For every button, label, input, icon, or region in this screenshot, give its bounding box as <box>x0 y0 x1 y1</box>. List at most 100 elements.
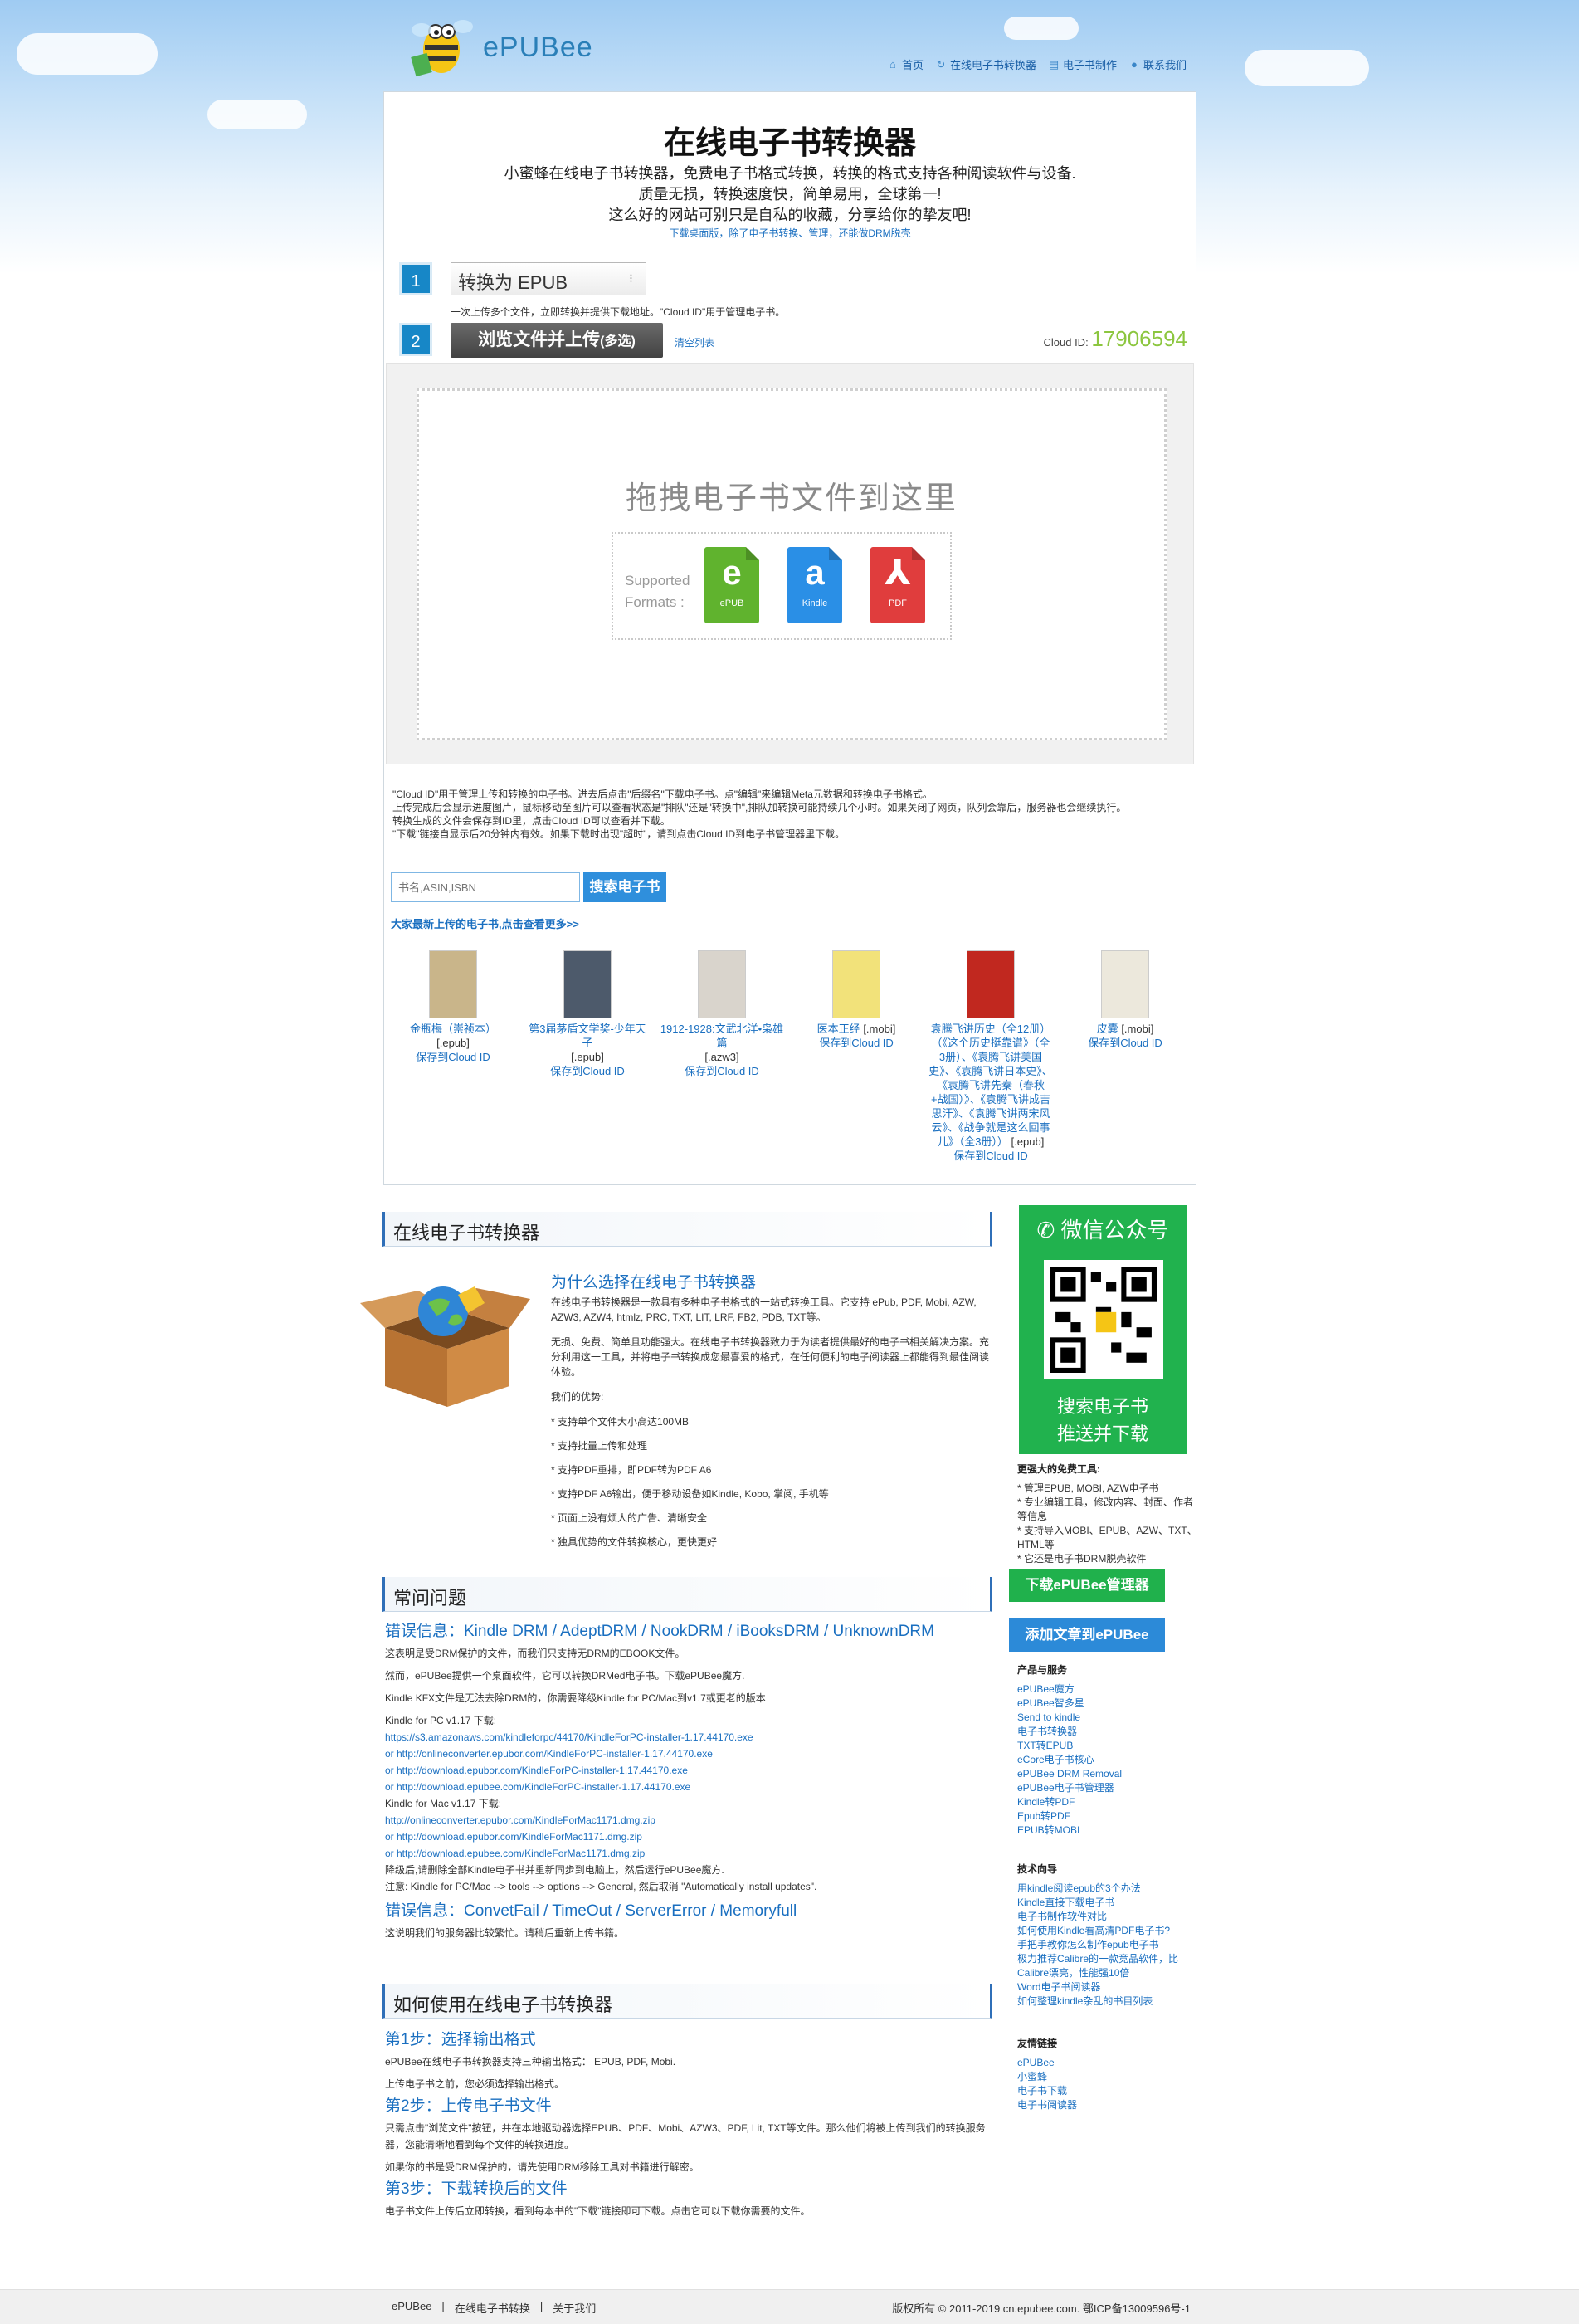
book-cover[interactable] <box>429 950 477 1018</box>
book-title[interactable]: 皮囊 <box>1097 1023 1118 1035</box>
book-cover[interactable] <box>698 950 746 1018</box>
faq-line: 然而，ePUBee提供一个桌面软件，它可以转换DRMed电子书。下载ePUBee… <box>385 1670 745 1682</box>
browse-upload-button[interactable]: 浏览文件并上传(多选) <box>451 323 663 358</box>
mac-download-label: Kindle for Mac v1.17 下载: <box>385 1798 502 1809</box>
book-title[interactable]: 1912-1928:文武北洋•枭雄篇 <box>660 1023 783 1049</box>
latest-uploads-link[interactable]: 大家最新上传的电子书,点击查看更多>> <box>391 915 579 931</box>
tech-guide-link[interactable]: 极力推荐Calibre的一款竞品软件，比Calibre漂亮，性能强10倍 <box>1017 1952 1201 1980</box>
file-dropzone[interactable]: 拖拽电子书文件到这里 Supported Formats : e ePUB a Ki… <box>386 363 1194 764</box>
products-title: 产品与服务 <box>1017 1664 1068 1676</box>
tech-guide-link[interactable]: Word电子书阅读器 <box>1017 1980 1201 1994</box>
tech-guide-link[interactable]: 用kindle阅读epub的3个办法 <box>1017 1882 1201 1896</box>
book-item[interactable]: 金瓶梅（崇祯本） [.epub] 保存到Cloud ID <box>391 950 515 1064</box>
book-item[interactable]: 第3届茅盾文学奖-少年天子 [.epub] 保存到Cloud ID <box>525 950 650 1078</box>
book-title[interactable]: 金瓶梅（崇祯本） <box>410 1023 496 1035</box>
product-link[interactable]: Send to kindle <box>1017 1711 1201 1725</box>
footer-link-about[interactable]: 关于我们 <box>553 2300 596 2316</box>
product-link[interactable]: ePUBee电子书管理器 <box>1017 1781 1201 1795</box>
download-url[interactable]: http://onlineconverter.epubor.com/Kindle… <box>385 1812 991 1828</box>
converter-panel: 在线电子书转换器 小蜜蜂在线电子书转换器，免费电子书格式转换，转换的格式支持各种… <box>383 91 1196 1185</box>
tech-guide-link[interactable]: Kindle直接下载电子书 <box>1017 1896 1201 1910</box>
copyright-text: 版权所有 © 2011-2019 cn.epubee.com. 鄂ICP备130… <box>892 2302 1191 2315</box>
epub-glyph: e <box>722 553 742 592</box>
tech-guide-link[interactable]: 如何使用Kindle看高清PDF电子书? <box>1017 1924 1201 1938</box>
howto-line: 只需点击"浏览文件"按钮，并在本地驱动器选择EPUB、PDF、Mobi、AZW3… <box>385 2122 986 2151</box>
add-article-button[interactable]: 添加文章到ePUBee <box>1009 1618 1165 1652</box>
book-item[interactable]: 医本正经 [.mobi] 保存到Cloud ID <box>794 950 919 1050</box>
save-to-cloud-link[interactable]: 保存到Cloud ID <box>391 1050 515 1064</box>
kindle-glyph: a <box>805 553 825 592</box>
product-link[interactable]: ePUBee魔方 <box>1017 1682 1201 1697</box>
book-cover[interactable] <box>832 950 880 1018</box>
nav-contact[interactable]: ● 联系我们 <box>1128 56 1187 72</box>
book-search-input[interactable] <box>391 872 580 902</box>
book-cover[interactable] <box>967 950 1015 1018</box>
nav-home[interactable]: ⌂ 首页 <box>887 56 924 72</box>
search-ebook-button[interactable]: 搜索电子书 <box>583 872 666 902</box>
book-item[interactable]: 1912-1928:文武北洋•枭雄篇 [.azw3] 保存到Cloud ID <box>660 950 784 1078</box>
product-link[interactable]: TXT转EPUB <box>1017 1739 1201 1753</box>
tech-guide-link[interactable]: 如何整理kindle杂乱的书目列表 <box>1017 1994 1201 2009</box>
download-url[interactable]: or http://onlineconverter.epubor.com/Kin… <box>385 1745 991 1762</box>
product-link[interactable]: ePUBee DRM Removal <box>1017 1767 1201 1781</box>
book-title[interactable]: 医本正经 <box>817 1023 860 1035</box>
output-format-select[interactable]: 转换为 EPUB ⁝ <box>451 262 646 295</box>
clear-list-link[interactable]: 清空列表 <box>675 335 714 349</box>
download-manager-button[interactable]: 下载ePUBee管理器 <box>1009 1569 1165 1602</box>
product-link[interactable]: Epub转PDF <box>1017 1809 1201 1824</box>
bee-mascot-icon <box>411 20 473 77</box>
tech-guide-title: 技术向导 <box>1017 1863 1058 1875</box>
supported-label-line: Supported <box>625 573 690 588</box>
book-cover[interactable] <box>563 950 612 1018</box>
tech-guide-link[interactable]: 手把手教你怎么制作epub电子书 <box>1017 1938 1201 1952</box>
about-paragraph: 在线电子书转换器是一款具有多种电子书格式的一站式转换工具。它支持 ePub, P… <box>551 1296 977 1323</box>
howto-line: 如果你的书是受DRM保护的，请先使用DRM移除工具对书籍进行解密。 <box>385 2161 699 2173</box>
output-format-value: 转换为 EPUB <box>458 272 568 293</box>
book-cover[interactable] <box>1101 950 1149 1018</box>
product-link[interactable]: 电子书转换器 <box>1017 1725 1201 1739</box>
friend-link[interactable]: 电子书阅读器 <box>1017 2098 1201 2112</box>
save-to-cloud-link[interactable]: 保存到Cloud ID <box>794 1036 919 1050</box>
download-url[interactable]: or http://download.epubee.com/KindleForP… <box>385 1779 991 1795</box>
advantage-item: 支持批量上传和处理 <box>551 1438 991 1453</box>
cloud-id-display[interactable]: Cloud ID: 17906594 <box>1043 326 1187 352</box>
drop-instruction: 拖拽电子书文件到这里 <box>625 481 958 516</box>
download-url[interactable]: or http://download.epubor.com/KindleForP… <box>385 1762 991 1779</box>
tech-guide-link[interactable]: 电子书制作软件对比 <box>1017 1910 1201 1924</box>
download-url[interactable]: https://s3.amazonaws.com/kindleforpc/441… <box>385 1729 991 1745</box>
book-title[interactable]: 袁腾飞讲历史（全12册）（《这个历史挺靠谱》（全3册）、《袁腾飞讲美国史》、《袁… <box>928 1023 1053 1148</box>
book-format: [.epub] <box>571 1051 604 1063</box>
book-item[interactable]: 袁腾飞讲历史（全12册）（《这个历史挺靠谱》（全3册）、《袁腾飞讲美国史》、《袁… <box>928 950 1053 1163</box>
intro-text: 小蜜蜂在线电子书转换器，免费电子书格式转换，转换的格式支持各种阅读软件与设备. … <box>384 164 1196 241</box>
advantage-item: 支持单个文件大小高达100MB <box>551 1414 991 1429</box>
product-link[interactable]: EPUB转MOBI <box>1017 1824 1201 1838</box>
advantage-item: 支持PDF A6输出，便于移动设备如Kindle, Kobo, 掌阅, 手机等 <box>551 1487 991 1501</box>
book-format: [.epub] <box>1011 1135 1045 1148</box>
cloud-decoration <box>207 100 307 129</box>
download-url[interactable]: or http://download.epubor.com/KindleForM… <box>385 1828 991 1845</box>
product-link[interactable]: eCore电子书核心 <box>1017 1753 1201 1767</box>
save-to-cloud-link[interactable]: 保存到Cloud ID <box>1063 1036 1187 1050</box>
nav-converter[interactable]: ↻ 在线电子书转换器 <box>935 56 1036 72</box>
product-link[interactable]: ePUBee智多星 <box>1017 1697 1201 1711</box>
footer-link-converter[interactable]: 在线电子书转换 <box>455 2300 530 2316</box>
footer-link-epubee[interactable]: ePUBee <box>392 2300 431 2316</box>
wechat-tagline-line: 推送并下载 <box>1056 1423 1148 1444</box>
book-title[interactable]: 第3届茅盾文学奖-少年天子 <box>529 1023 646 1049</box>
friend-link[interactable]: 电子书下载 <box>1017 2084 1201 2098</box>
desktop-version-link[interactable]: 下载桌面版，除了电子书转换、管理，还能做DRM脱壳 <box>384 226 1196 241</box>
book-item[interactable]: 皮囊 [.mobi] 保存到Cloud ID <box>1063 950 1187 1050</box>
usage-note: 转换生成的文件会保存到ID里，点击Cloud ID可以查看并下载。 <box>392 815 670 827</box>
save-to-cloud-link[interactable]: 保存到Cloud ID <box>525 1064 650 1078</box>
advantage-item: 独具优势的文件转换核心，更快更好 <box>551 1535 991 1550</box>
friend-link[interactable]: ePUBee <box>1017 2056 1201 2070</box>
download-url[interactable]: or http://download.epubee.com/KindleForM… <box>385 1845 991 1862</box>
product-link[interactable]: Kindle转PDF <box>1017 1795 1201 1809</box>
nav-ebook-making[interactable]: ▤ 电子书制作 <box>1048 56 1117 72</box>
friend-link[interactable]: 小蜜蜂 <box>1017 2070 1201 2084</box>
save-to-cloud-link[interactable]: 保存到Cloud ID <box>928 1149 1053 1163</box>
epubee-logo[interactable]: ePUBee <box>407 7 606 81</box>
howto-content: 第1步：选择输出格式 ePUBee在线电子书转换器支持三种输出格式： EPUB,… <box>385 2032 991 2225</box>
save-to-cloud-link[interactable]: 保存到Cloud ID <box>660 1064 784 1078</box>
cloud-decoration <box>1004 17 1079 40</box>
